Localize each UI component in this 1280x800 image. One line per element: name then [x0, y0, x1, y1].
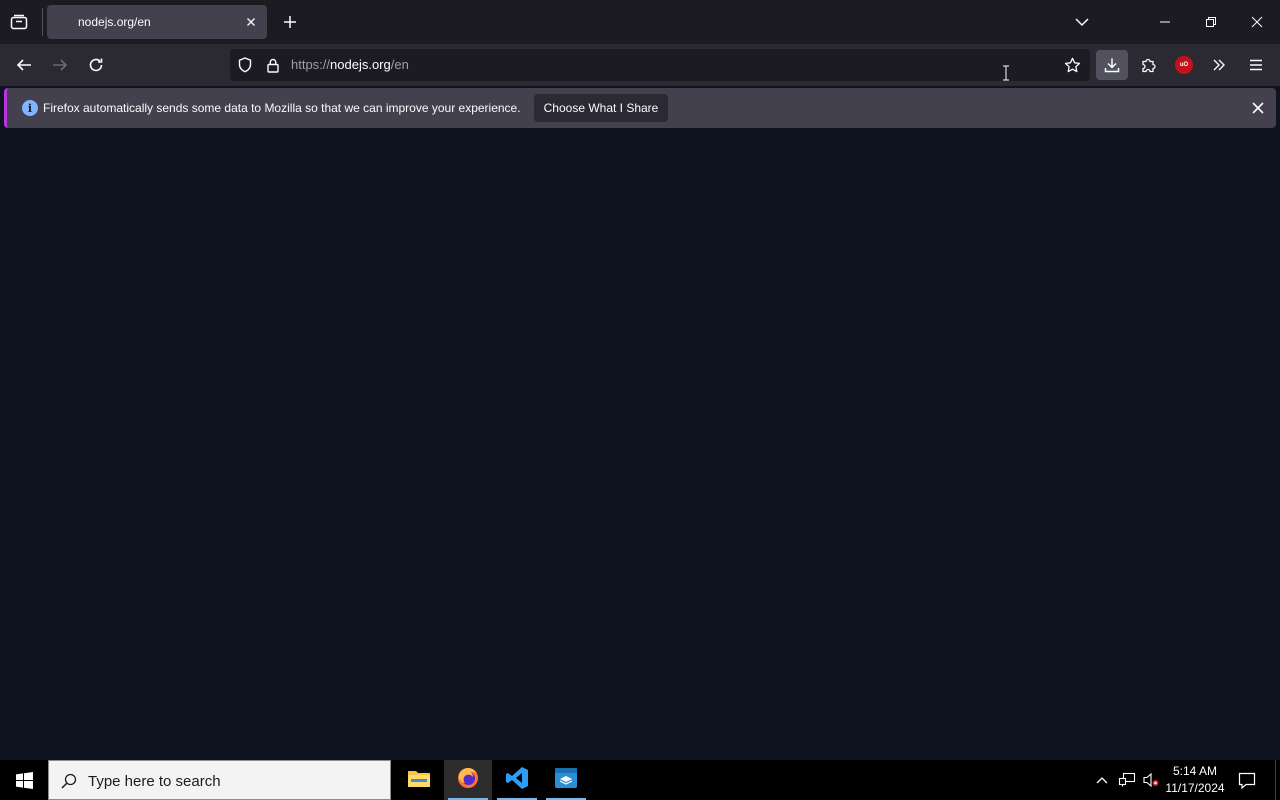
ublock-badge-text: uO	[1179, 62, 1189, 68]
extensions-puzzle-icon[interactable]	[1139, 54, 1159, 76]
firefox-view-icon[interactable]	[8, 12, 30, 32]
url-host: nodejs.org	[330, 57, 391, 72]
url-text: https://nodejs.org/en	[291, 57, 409, 72]
hamburger-menu-icon[interactable]	[1246, 54, 1266, 76]
show-desktop-divider[interactable]	[1275, 760, 1276, 800]
more-tools-chevron-icon[interactable]	[1209, 54, 1229, 76]
windows-taskbar: Type here to search 5:14 AM 11/17/2024	[0, 760, 1280, 800]
file-explorer-icon	[407, 768, 431, 793]
action-center-icon[interactable]	[1237, 770, 1257, 790]
taskbar-sandbox-app[interactable]	[542, 760, 590, 800]
tab-strip: nodejs.org/en	[0, 0, 1280, 44]
tracking-protection-shield-icon[interactable]	[236, 56, 254, 74]
sandbox-app-icon	[554, 767, 578, 794]
url-scheme: https://	[291, 57, 331, 72]
firefox-icon	[456, 766, 480, 795]
downloads-button[interactable]	[1096, 50, 1128, 80]
info-icon: i	[22, 100, 38, 116]
vscode-icon	[505, 766, 529, 795]
taskbar-file-explorer[interactable]	[395, 760, 443, 800]
clock-time[interactable]: 5:14 AM	[1163, 764, 1227, 778]
forward-icon	[49, 54, 71, 76]
show-hidden-icons-chevron-icon[interactable]	[1094, 772, 1110, 788]
new-tab-icon[interactable]	[280, 12, 300, 32]
taskbar-firefox[interactable]	[444, 760, 492, 800]
search-icon	[60, 772, 78, 790]
url-bar[interactable]: https://nodejs.org/en	[230, 49, 1090, 81]
url-path: /en	[390, 57, 409, 72]
browser-tab[interactable]: nodejs.org/en	[47, 5, 267, 39]
clock-date[interactable]: 11/17/2024	[1163, 781, 1227, 795]
notification-close-icon[interactable]	[1250, 100, 1266, 116]
tab-close-icon[interactable]	[243, 14, 259, 30]
taskbar-vscode[interactable]	[493, 760, 541, 800]
volume-muted-icon[interactable]	[1141, 771, 1161, 789]
download-icon	[1103, 56, 1121, 74]
close-window-icon[interactable]	[1247, 12, 1267, 32]
search-placeholder: Type here to search	[88, 773, 221, 790]
network-icon[interactable]	[1117, 771, 1137, 789]
back-icon[interactable]	[13, 54, 35, 76]
tab-title: nodejs.org/en	[78, 15, 151, 29]
text-cursor-icon	[1002, 65, 1010, 81]
reload-icon[interactable]	[85, 54, 107, 76]
minimize-icon[interactable]	[1155, 12, 1175, 32]
notification-message: Firefox automatically sends some data to…	[43, 101, 521, 115]
padlock-icon[interactable]	[264, 56, 282, 74]
data-collection-notification-bar: i Firefox automatically sends some data …	[4, 88, 1276, 128]
tab-divider	[42, 8, 43, 36]
ublock-origin-icon[interactable]: uO	[1175, 56, 1193, 74]
page-content[interactable]	[0, 130, 1280, 760]
navigation-toolbar: https://nodejs.org/en uO	[0, 44, 1280, 86]
windows-start-icon[interactable]	[0, 760, 48, 800]
bookmark-star-icon[interactable]	[1063, 56, 1081, 74]
restore-icon[interactable]	[1201, 12, 1221, 32]
choose-what-i-share-button[interactable]: Choose What I Share	[534, 94, 668, 122]
list-all-tabs-icon[interactable]	[1072, 12, 1092, 32]
taskbar-search-box[interactable]: Type here to search	[48, 760, 391, 800]
